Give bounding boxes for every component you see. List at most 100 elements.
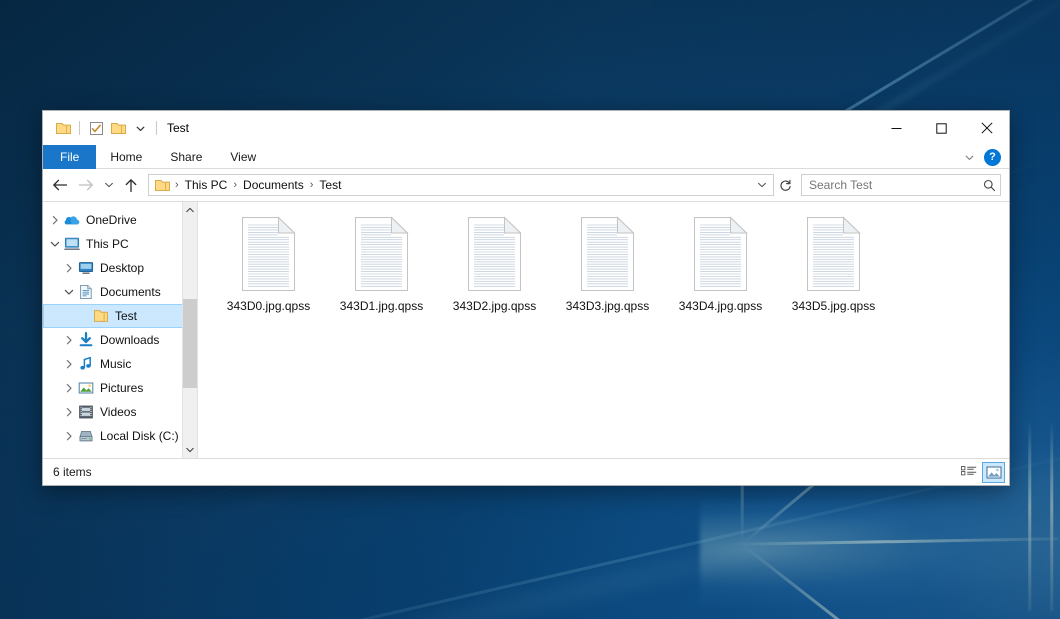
search-input[interactable]	[809, 178, 983, 192]
file-item[interactable]: 343D5.jpg.qpss	[777, 210, 890, 335]
file-grid: 343D0.jpg.qpss 343D1.jpg.qpss 343D2.jpg.qp…	[212, 210, 1009, 335]
chevron-down-icon[interactable]	[47, 239, 63, 249]
breadcrumb: › This PC › Documents › Test	[153, 178, 751, 192]
sidebar-item-label: Test	[115, 309, 137, 323]
help-button[interactable]: ?	[984, 149, 1001, 166]
ribbon-tab-bar: File Home Share View ?	[43, 145, 1009, 169]
chevron-right-icon[interactable]	[61, 431, 77, 441]
local-disk-icon	[77, 428, 95, 444]
file-list-pane[interactable]: 343D0.jpg.qpss 343D1.jpg.qpss 343D2.jpg.qp…	[198, 202, 1009, 458]
generic-document-icon	[237, 216, 301, 294]
address-bar[interactable]: › This PC › Documents › Test	[148, 174, 774, 196]
scrollbar-track[interactable]	[183, 218, 198, 442]
file-item[interactable]: 343D0.jpg.qpss	[212, 210, 325, 335]
chevron-down-icon[interactable]	[61, 287, 77, 297]
wallpaper-logo-beam	[1051, 421, 1054, 611]
sidebar-item-videos[interactable]: Videos	[43, 400, 197, 424]
breadcrumb-item-test[interactable]: Test	[316, 178, 344, 192]
file-explorer-window: Test File Home Share View	[42, 110, 1010, 486]
sidebar-item-label: This PC	[86, 237, 129, 251]
scroll-up-arrow-icon[interactable]	[183, 202, 198, 218]
chevron-right-icon[interactable]	[61, 335, 77, 345]
new-folder-icon[interactable]	[107, 117, 129, 139]
file-item[interactable]: 343D3.jpg.qpss	[551, 210, 664, 335]
back-button[interactable]	[47, 172, 73, 198]
sidebar-item-label: Documents	[100, 285, 161, 299]
title-bar[interactable]: Test	[43, 111, 1009, 145]
wallpaper-logo-beam	[1029, 421, 1032, 611]
minimize-button[interactable]	[874, 111, 919, 145]
search-box[interactable]	[801, 174, 1001, 196]
status-bar: 6 items	[43, 458, 1009, 485]
up-button[interactable]	[118, 172, 144, 198]
chevron-right-icon[interactable]	[61, 407, 77, 417]
scrollbar-thumb[interactable]	[183, 299, 198, 389]
tab-share[interactable]: Share	[156, 145, 216, 169]
sidebar-item-this-pc[interactable]: This PC	[43, 232, 197, 256]
chevron-down-icon[interactable]	[958, 146, 980, 168]
forward-button[interactable]	[73, 172, 99, 198]
close-button[interactable]	[964, 111, 1009, 145]
wallpaper-logo-beam	[728, 537, 1058, 545]
large-icons-view-button[interactable]	[982, 462, 1005, 483]
window-controls	[874, 111, 1009, 145]
sidebar-item-desktop[interactable]: Desktop	[43, 256, 197, 280]
sidebar-item-label: OneDrive	[86, 213, 137, 227]
sidebar-item-local-disk-c[interactable]: Local Disk (C:)	[43, 424, 197, 448]
address-bar-row: › This PC › Documents › Test	[43, 169, 1009, 201]
file-name-label: 343D4.jpg.qpss	[679, 299, 762, 313]
details-view-button[interactable]	[957, 462, 980, 483]
item-count-label: 6 items	[53, 465, 92, 479]
sidebar-item-downloads[interactable]: Downloads	[43, 328, 197, 352]
wallpaper-logo-glow	[700, 500, 1060, 610]
sidebar-item-music[interactable]: Music	[43, 352, 197, 376]
generic-document-icon	[689, 216, 753, 294]
wallpaper-logo-beam	[741, 543, 979, 619]
navigation-pane: OneDrive This PC Desktop Documents Test Downl…	[43, 202, 198, 458]
file-name-label: 343D2.jpg.qpss	[453, 299, 536, 313]
properties-icon[interactable]	[85, 117, 107, 139]
tab-file[interactable]: File	[43, 145, 96, 169]
folder-icon[interactable]	[52, 117, 74, 139]
chevron-right-icon[interactable]	[47, 215, 63, 225]
generic-document-icon	[802, 216, 866, 294]
file-name-label: 343D0.jpg.qpss	[227, 299, 310, 313]
sidebar-item-label: Downloads	[100, 333, 159, 347]
tab-home[interactable]: Home	[96, 145, 156, 169]
maximize-button[interactable]	[919, 111, 964, 145]
navigation-scrollbar[interactable]	[182, 202, 197, 458]
generic-document-icon	[463, 216, 527, 294]
window-body: OneDrive This PC Desktop Documents Test Downl…	[43, 201, 1009, 458]
refresh-icon[interactable]	[774, 175, 796, 195]
sidebar-item-label: Videos	[100, 405, 136, 419]
breadcrumb-separator: ›	[230, 179, 240, 191]
chevron-down-icon[interactable]	[751, 175, 773, 195]
sidebar-item-pictures[interactable]: Pictures	[43, 376, 197, 400]
sidebar-item-onedrive[interactable]: OneDrive	[43, 208, 197, 232]
breadcrumb-separator: ›	[172, 179, 182, 191]
ribbon-right-controls: ?	[958, 145, 1005, 169]
generic-document-icon	[350, 216, 414, 294]
sidebar-item-label: Local Disk (C:)	[100, 429, 179, 443]
file-item[interactable]: 343D4.jpg.qpss	[664, 210, 777, 335]
file-name-label: 343D5.jpg.qpss	[792, 299, 875, 313]
file-item[interactable]: 343D1.jpg.qpss	[325, 210, 438, 335]
navigation-tree: OneDrive This PC Desktop Documents Test Downl…	[43, 208, 197, 448]
sidebar-item-documents[interactable]: Documents	[43, 280, 197, 304]
tab-view[interactable]: View	[216, 145, 270, 169]
breadcrumb-item-documents[interactable]: Documents	[240, 178, 307, 192]
videos-icon	[77, 404, 95, 420]
chevron-right-icon[interactable]	[61, 263, 77, 273]
breadcrumb-item-this-pc[interactable]: This PC	[182, 178, 231, 192]
downloads-icon	[77, 332, 95, 348]
pictures-icon	[77, 380, 95, 396]
chevron-down-icon[interactable]	[129, 117, 151, 139]
file-item[interactable]: 343D2.jpg.qpss	[438, 210, 551, 335]
recent-locations-button[interactable]	[99, 172, 118, 198]
generic-document-icon	[576, 216, 640, 294]
file-name-label: 343D3.jpg.qpss	[566, 299, 649, 313]
sidebar-item-test[interactable]: Test	[43, 304, 197, 328]
scroll-down-arrow-icon[interactable]	[183, 442, 198, 458]
chevron-right-icon[interactable]	[61, 383, 77, 393]
chevron-right-icon[interactable]	[61, 359, 77, 369]
